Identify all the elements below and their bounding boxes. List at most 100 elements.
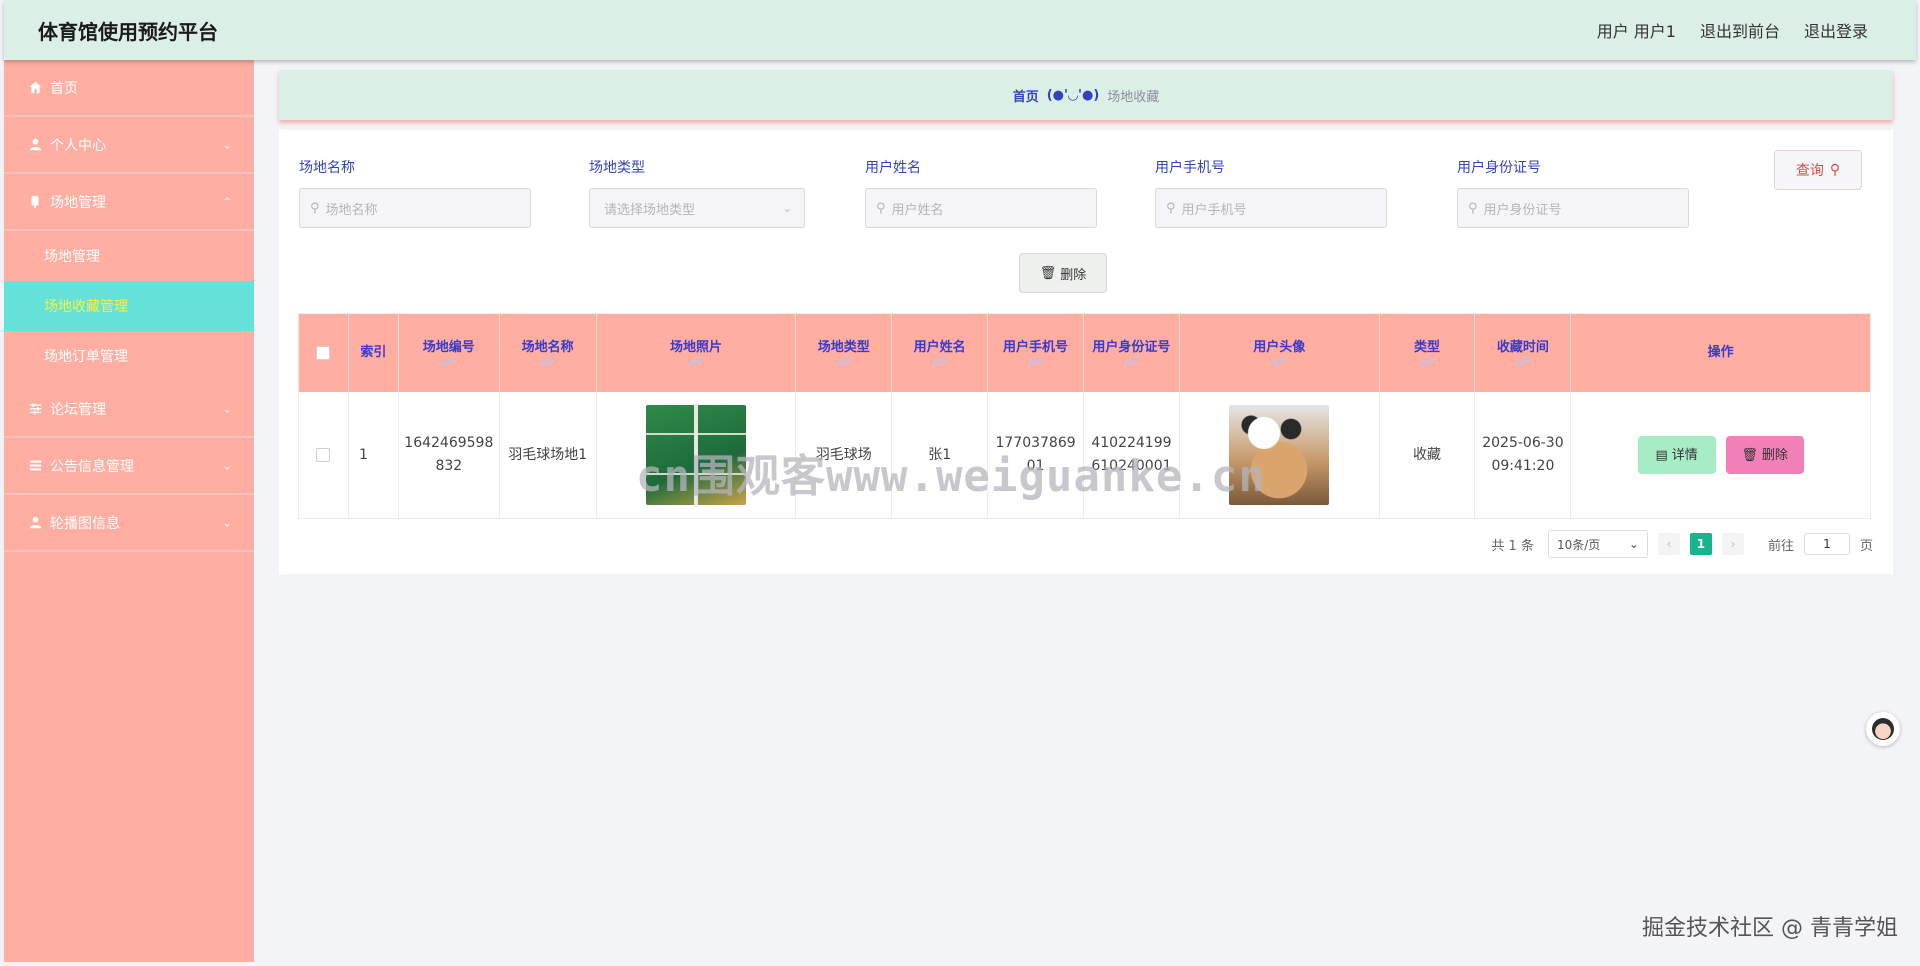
cell-venue-type: 羽毛球场 — [796, 392, 893, 518]
content-panel: 场地名称 ⚲ 场地名称 场地类型 请选择场地类型 ⌄ 用户姓名 ⚲ 用户姓名 用… — [279, 130, 1893, 574]
favorites-table: 索引 场地编号 ▲▼ 场地名称 ▲▼ 场地照片 ▲▼ 场地类型 ▲▼ 用户姓名 ▲▼ 用户… — [298, 313, 1871, 519]
cell-actions: ▤ 详情 🗑 删除 — [1571, 392, 1870, 518]
submenu-item-venue[interactable]: 场地管理 — [4, 231, 254, 281]
sidebar-item-label: 首页 — [50, 80, 78, 97]
column-header[interactable]: 用户姓名 ▲▼ — [892, 314, 989, 392]
chevron-down-icon: ⌄ — [1628, 537, 1639, 551]
back-to-front-link[interactable]: 退出到前台 — [1700, 18, 1780, 42]
column-header[interactable]: 用户手机号 ▲▼ — [988, 314, 1084, 392]
submenu-item-venue-orders[interactable]: 场地订单管理 — [4, 331, 254, 381]
floating-assistant-avatar[interactable] — [1866, 712, 1900, 746]
next-page-button[interactable]: › — [1721, 533, 1744, 555]
cell-time: 2025-06-30 09:41:20 — [1475, 392, 1572, 518]
sort-icon[interactable]: ▲▼ — [541, 357, 555, 367]
user-name-input[interactable]: ⚲ 用户姓名 — [865, 188, 1097, 228]
prev-page-button[interactable]: ‹ — [1657, 533, 1680, 555]
header-label: 用户手机号 — [1003, 340, 1069, 355]
sidebar-item-venue-management[interactable]: 场地管理 ⌃ — [4, 174, 254, 231]
venue-type-select[interactable]: 请选择场地类型 ⌄ — [589, 188, 805, 228]
column-header[interactable]: 场地类型 ▲▼ — [796, 314, 893, 392]
current-user-label: 用户 用户1 — [1596, 22, 1676, 41]
cell-user-name: 张1 — [892, 392, 989, 518]
sidebar-item-label: 论坛管理 — [50, 401, 106, 418]
sidebar-item-label: 公告信息管理 — [50, 458, 134, 475]
input-placeholder: 用户姓名 — [891, 202, 944, 218]
header-label: 索引 — [360, 345, 387, 360]
goto-page-input[interactable]: 1 — [1803, 533, 1850, 555]
venue-photo[interactable] — [646, 405, 746, 505]
sort-icon[interactable]: ▲▼ — [1272, 357, 1286, 367]
field-label: 场地名称 — [299, 160, 355, 176]
input-placeholder: 场地名称 — [325, 202, 378, 218]
logout-link[interactable]: 退出登录 — [1804, 18, 1868, 42]
user-icon — [28, 516, 42, 530]
page-number-current[interactable]: 1 — [1689, 533, 1712, 555]
query-button[interactable]: 查询 ⚲ — [1774, 150, 1862, 190]
sort-icon[interactable]: ▲▼ — [1029, 357, 1043, 367]
delete-button[interactable]: 🗑 删除 — [1725, 436, 1804, 474]
search-icon: ⚲ — [876, 200, 886, 216]
select-all-checkbox[interactable] — [316, 346, 331, 360]
header-label: 场地照片 — [669, 340, 722, 355]
sidebar: 首页 个人中心 ⌄ 场地管理 ⌃ 场地管理 场地收藏管理 场地订单管理 论坛管理… — [4, 60, 254, 962]
cell-venue-photo — [597, 392, 797, 518]
column-header[interactable]: 用户头像 ▲▼ — [1180, 314, 1380, 392]
submenu-item-venue-favorites[interactable]: 场地收藏管理 — [4, 281, 254, 331]
query-label: 查询 — [1795, 163, 1824, 179]
page-size-select[interactable]: 10条/页 ⌄ — [1547, 530, 1648, 558]
cell-type: 收藏 — [1380, 392, 1476, 518]
column-header[interactable]: 收藏时间 ▲▼ — [1475, 314, 1572, 392]
top-header: 体育馆使用预约平台 用户 用户1 退出到前台 退出登录 — [4, 0, 1916, 60]
column-header[interactable]: 场地名称 ▲▼ — [500, 314, 597, 392]
user-id-card-input[interactable]: ⚲ 用户身份证号 — [1457, 188, 1689, 228]
input-placeholder: 用户手机号 — [1181, 202, 1247, 218]
header-label: 操作 — [1707, 345, 1734, 360]
sidebar-item-label: 个人中心 — [50, 137, 106, 154]
chevron-down-icon: ⌄ — [222, 402, 232, 415]
header-label: 场地名称 — [521, 340, 574, 355]
bulk-delete-label: 删除 — [1060, 267, 1087, 283]
column-header[interactable]: 用户身份证号 ▲▼ — [1084, 314, 1180, 392]
search-field-user-id-card: 用户身份证号 ⚲ 用户身份证号 — [1457, 160, 1689, 228]
header-label: 收藏时间 — [1496, 340, 1549, 355]
input-placeholder: 用户身份证号 — [1483, 202, 1562, 218]
sort-icon[interactable]: ▲▼ — [442, 357, 456, 367]
user-phone-input[interactable]: ⚲ 用户手机号 — [1155, 188, 1387, 228]
venue-name-input[interactable]: ⚲ 场地名称 — [299, 188, 531, 228]
search-field-user-phone: 用户手机号 ⚲ 用户手机号 — [1155, 160, 1387, 228]
user-icon — [28, 138, 42, 152]
sidebar-item-announcements[interactable]: 公告信息管理 ⌄ — [4, 438, 254, 495]
breadcrumb-home[interactable]: 首页 — [1013, 86, 1039, 105]
column-header[interactable]: 类型 ▲▼ — [1380, 314, 1476, 392]
breadcrumb-current: 场地收藏 — [1107, 89, 1160, 105]
table-header: 索引 场地编号 ▲▼ 场地名称 ▲▼ 场地照片 ▲▼ 场地类型 ▲▼ 用户姓名 ▲▼ 用户… — [299, 314, 1870, 392]
cell-venue-name: 羽毛球场地1 — [500, 392, 597, 518]
detail-label: 详情 — [1671, 447, 1698, 463]
field-label: 用户手机号 — [1155, 160, 1225, 176]
column-header: 索引 — [349, 314, 399, 392]
sort-icon[interactable]: ▲▼ — [1125, 357, 1139, 367]
bulk-delete-button[interactable]: 🗑 删除 — [1019, 253, 1107, 293]
sidebar-item-personal-center[interactable]: 个人中心 ⌄ — [4, 117, 254, 174]
chevron-up-icon: ⌃ — [222, 195, 232, 208]
sort-icon[interactable]: ▲▼ — [1420, 357, 1434, 367]
field-label: 场地类型 — [589, 160, 645, 176]
column-header[interactable]: 场地照片 ▲▼ — [597, 314, 797, 392]
trash-icon: 🗑 — [1039, 265, 1057, 281]
sidebar-item-home[interactable]: 首页 — [4, 60, 254, 117]
user-avatar-photo[interactable] — [1229, 405, 1330, 505]
detail-button[interactable]: ▤ 详情 — [1637, 436, 1716, 474]
sidebar-item-forum[interactable]: 论坛管理 ⌄ — [4, 381, 254, 438]
row-actions: ▤ 详情 🗑 删除 — [1637, 436, 1804, 474]
cell-id-card: 410224199610240001 — [1084, 392, 1180, 518]
sort-icon[interactable]: ▲▼ — [689, 357, 703, 367]
sort-icon[interactable]: ▲▼ — [933, 357, 947, 367]
sidebar-item-carousel[interactable]: 轮播图信息 ⌄ — [4, 495, 254, 552]
sort-icon[interactable]: ▲▼ — [1516, 357, 1530, 367]
document-icon: ▤ — [1655, 447, 1668, 463]
page-suffix: 页 — [1859, 538, 1873, 554]
sort-icon[interactable]: ▲▼ — [837, 357, 851, 367]
column-header[interactable]: 场地编号 ▲▼ — [399, 314, 500, 392]
row-checkbox[interactable] — [316, 448, 331, 462]
sidebar-item-label: 轮播图信息 — [50, 515, 120, 532]
